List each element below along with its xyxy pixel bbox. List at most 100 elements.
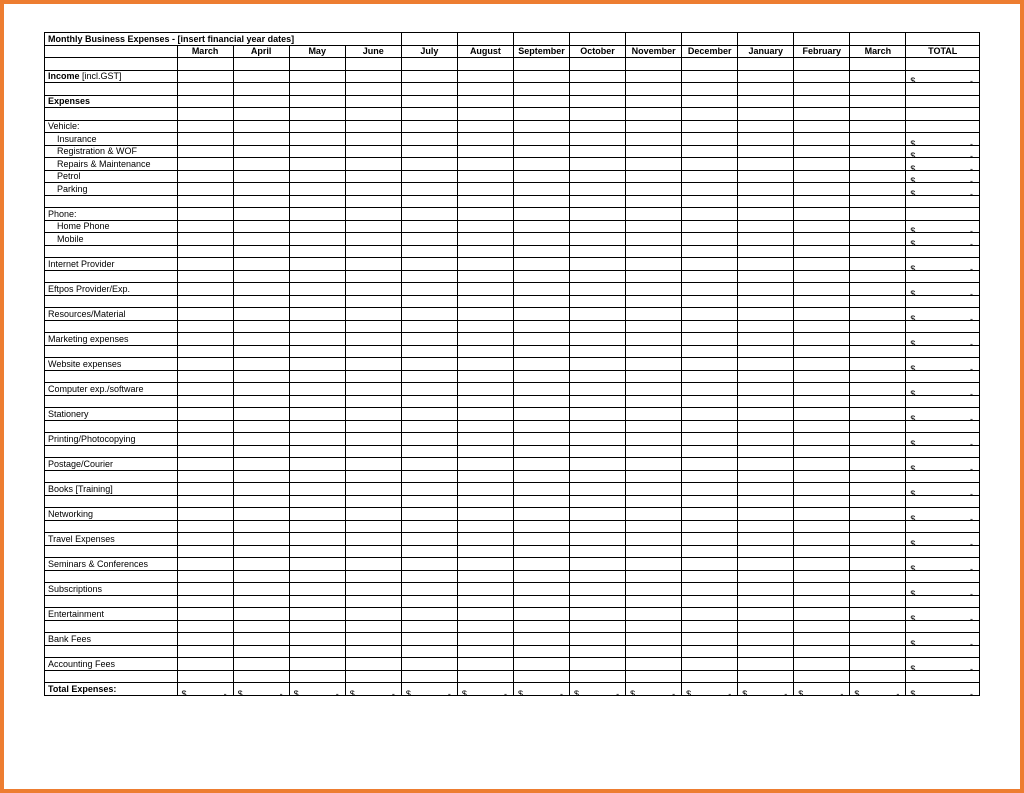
cell[interactable] [177,558,233,571]
cell[interactable] [626,583,682,596]
cell[interactable] [513,445,569,458]
cell[interactable] [457,108,513,121]
cell[interactable] [401,370,457,383]
cell[interactable] [850,433,906,446]
cell[interactable] [738,145,794,158]
cell[interactable] [794,470,850,483]
cell[interactable] [177,570,233,583]
cell[interactable] [233,520,289,533]
cell[interactable] [570,70,626,83]
cell[interactable] [794,283,850,296]
cell[interactable] [45,570,178,583]
cell[interactable] [457,170,513,183]
cell[interactable] [401,358,457,371]
cell[interactable] [682,270,738,283]
row-total-cell[interactable]: $- [906,145,980,158]
cell[interactable] [682,345,738,358]
cell[interactable] [682,620,738,633]
cell[interactable] [570,545,626,558]
cell[interactable] [794,620,850,633]
cell[interactable] [457,383,513,396]
cell[interactable] [570,595,626,608]
cell[interactable] [513,420,569,433]
cell[interactable] [626,558,682,571]
cell[interactable] [850,458,906,471]
cell[interactable] [401,508,457,521]
row-total-cell[interactable]: $- [906,133,980,146]
cell[interactable] [794,383,850,396]
cell[interactable] [794,183,850,196]
cell[interactable] [45,370,178,383]
cell[interactable] [906,58,980,71]
cell[interactable] [345,395,401,408]
cell[interactable] [570,208,626,221]
cell[interactable] [906,570,980,583]
cell[interactable] [177,445,233,458]
cell[interactable] [177,433,233,446]
cell[interactable] [794,595,850,608]
cell[interactable] [233,633,289,646]
cell[interactable] [457,370,513,383]
cell[interactable] [345,495,401,508]
cell[interactable] [289,470,345,483]
cell[interactable] [45,345,178,358]
month-total-cell[interactable]: $- [850,683,906,696]
cell[interactable] [626,120,682,133]
cell[interactable] [626,533,682,546]
cell[interactable] [513,470,569,483]
cell[interactable] [850,158,906,171]
cell[interactable] [738,333,794,346]
cell[interactable] [850,308,906,321]
cell[interactable] [401,308,457,321]
cell[interactable] [570,558,626,571]
cell[interactable] [850,145,906,158]
cell[interactable] [177,420,233,433]
cell[interactable] [177,158,233,171]
cell[interactable] [794,245,850,258]
cell[interactable] [794,208,850,221]
cell[interactable] [850,320,906,333]
cell[interactable] [345,120,401,133]
cell[interactable] [738,595,794,608]
cell[interactable] [45,195,178,208]
cell[interactable] [457,570,513,583]
cell[interactable] [401,383,457,396]
cell[interactable] [345,58,401,71]
cell[interactable] [682,533,738,546]
cell[interactable] [457,145,513,158]
cell[interactable] [177,245,233,258]
cell[interactable] [570,295,626,308]
cell[interactable] [289,333,345,346]
cell[interactable] [177,608,233,621]
cell[interactable] [626,408,682,421]
cell[interactable] [794,670,850,683]
cell[interactable] [233,458,289,471]
cell[interactable] [738,408,794,421]
cell[interactable] [401,608,457,621]
cell[interactable] [513,370,569,383]
cell[interactable] [289,445,345,458]
cell[interactable] [738,133,794,146]
cell[interactable] [513,295,569,308]
cell[interactable] [850,95,906,108]
cell[interactable] [794,358,850,371]
cell[interactable] [289,345,345,358]
month-total-cell[interactable]: $- [738,683,794,696]
cell[interactable] [626,320,682,333]
cell[interactable] [794,95,850,108]
cell[interactable] [177,83,233,96]
cell[interactable] [682,83,738,96]
cell[interactable] [177,195,233,208]
cell[interactable] [626,445,682,458]
cell[interactable] [401,95,457,108]
row-total-cell[interactable]: $- [906,258,980,271]
row-total-cell[interactable]: $- [906,158,980,171]
cell[interactable] [289,120,345,133]
cell[interactable] [401,520,457,533]
cell[interactable] [794,433,850,446]
cell[interactable] [457,58,513,71]
cell[interactable] [233,295,289,308]
cell[interactable] [233,495,289,508]
cell[interactable] [233,370,289,383]
cell[interactable] [233,283,289,296]
